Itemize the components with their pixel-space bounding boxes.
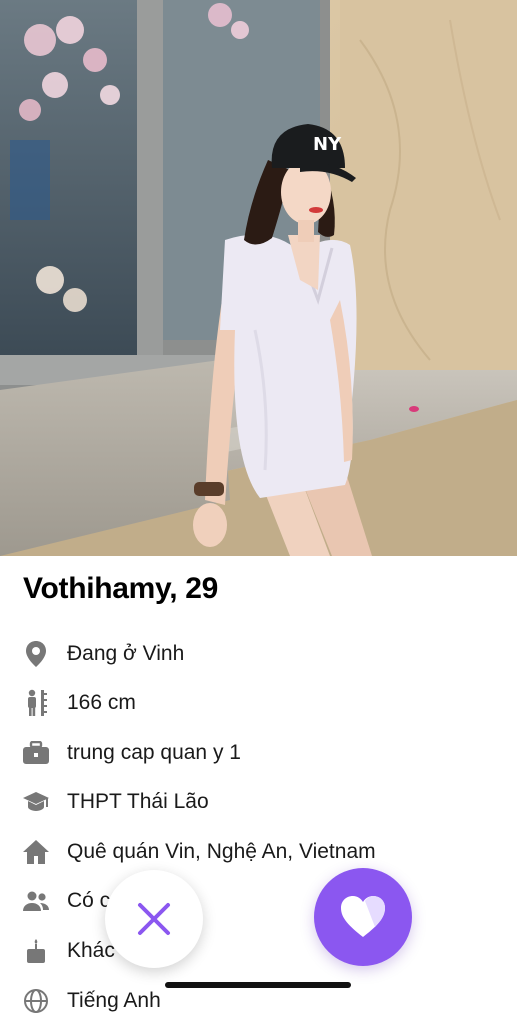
cake-icon [22,937,50,965]
detail-row-hometown: Quê quán Vin, Nghệ An, Vietnam [22,837,376,867]
like-button[interactable] [314,868,412,966]
dislike-button[interactable] [105,870,203,968]
briefcase-icon [22,739,50,767]
detail-language-text: Tiếng Anh [67,989,161,1012]
home-indicator[interactable] [165,982,351,988]
profile-photo-image: NY [0,0,517,556]
profile-name-age: Vothihamy, 29 [23,572,219,605]
people-icon [22,887,50,915]
detail-education-text: THPT Thái Lão [67,790,209,813]
detail-other-text: Khác [67,939,115,962]
detail-row-work: trung cap quan y 1 [22,738,241,768]
detail-row-education: THPT Thái Lão [22,787,209,817]
detail-work-text: trung cap quan y 1 [67,741,241,764]
detail-location-text: Đang ở Vinh [67,642,185,665]
globe-icon [22,987,50,1015]
close-x-icon [138,903,170,935]
detail-row-height: 166 cm [22,688,136,718]
detail-row-language: Tiếng Anh [22,986,161,1016]
svg-text:NY: NY [313,134,342,155]
home-icon [22,838,50,866]
location-pin-icon [22,640,50,668]
graduation-cap-icon [22,788,50,816]
profile-photo[interactable]: NY [0,0,517,556]
detail-row-relationship: Có c [22,886,110,916]
detail-relationship-text: Có c [67,889,111,912]
detail-row-location: Đang ở Vinh [22,639,184,669]
detail-row-other: Khác [22,936,115,966]
detail-hometown-text: Quê quán Vin, Nghệ An, Vietnam [67,840,376,863]
height-ruler-icon [22,689,50,717]
detail-height-text: 166 cm [67,691,136,714]
heart-icon [341,896,385,937]
